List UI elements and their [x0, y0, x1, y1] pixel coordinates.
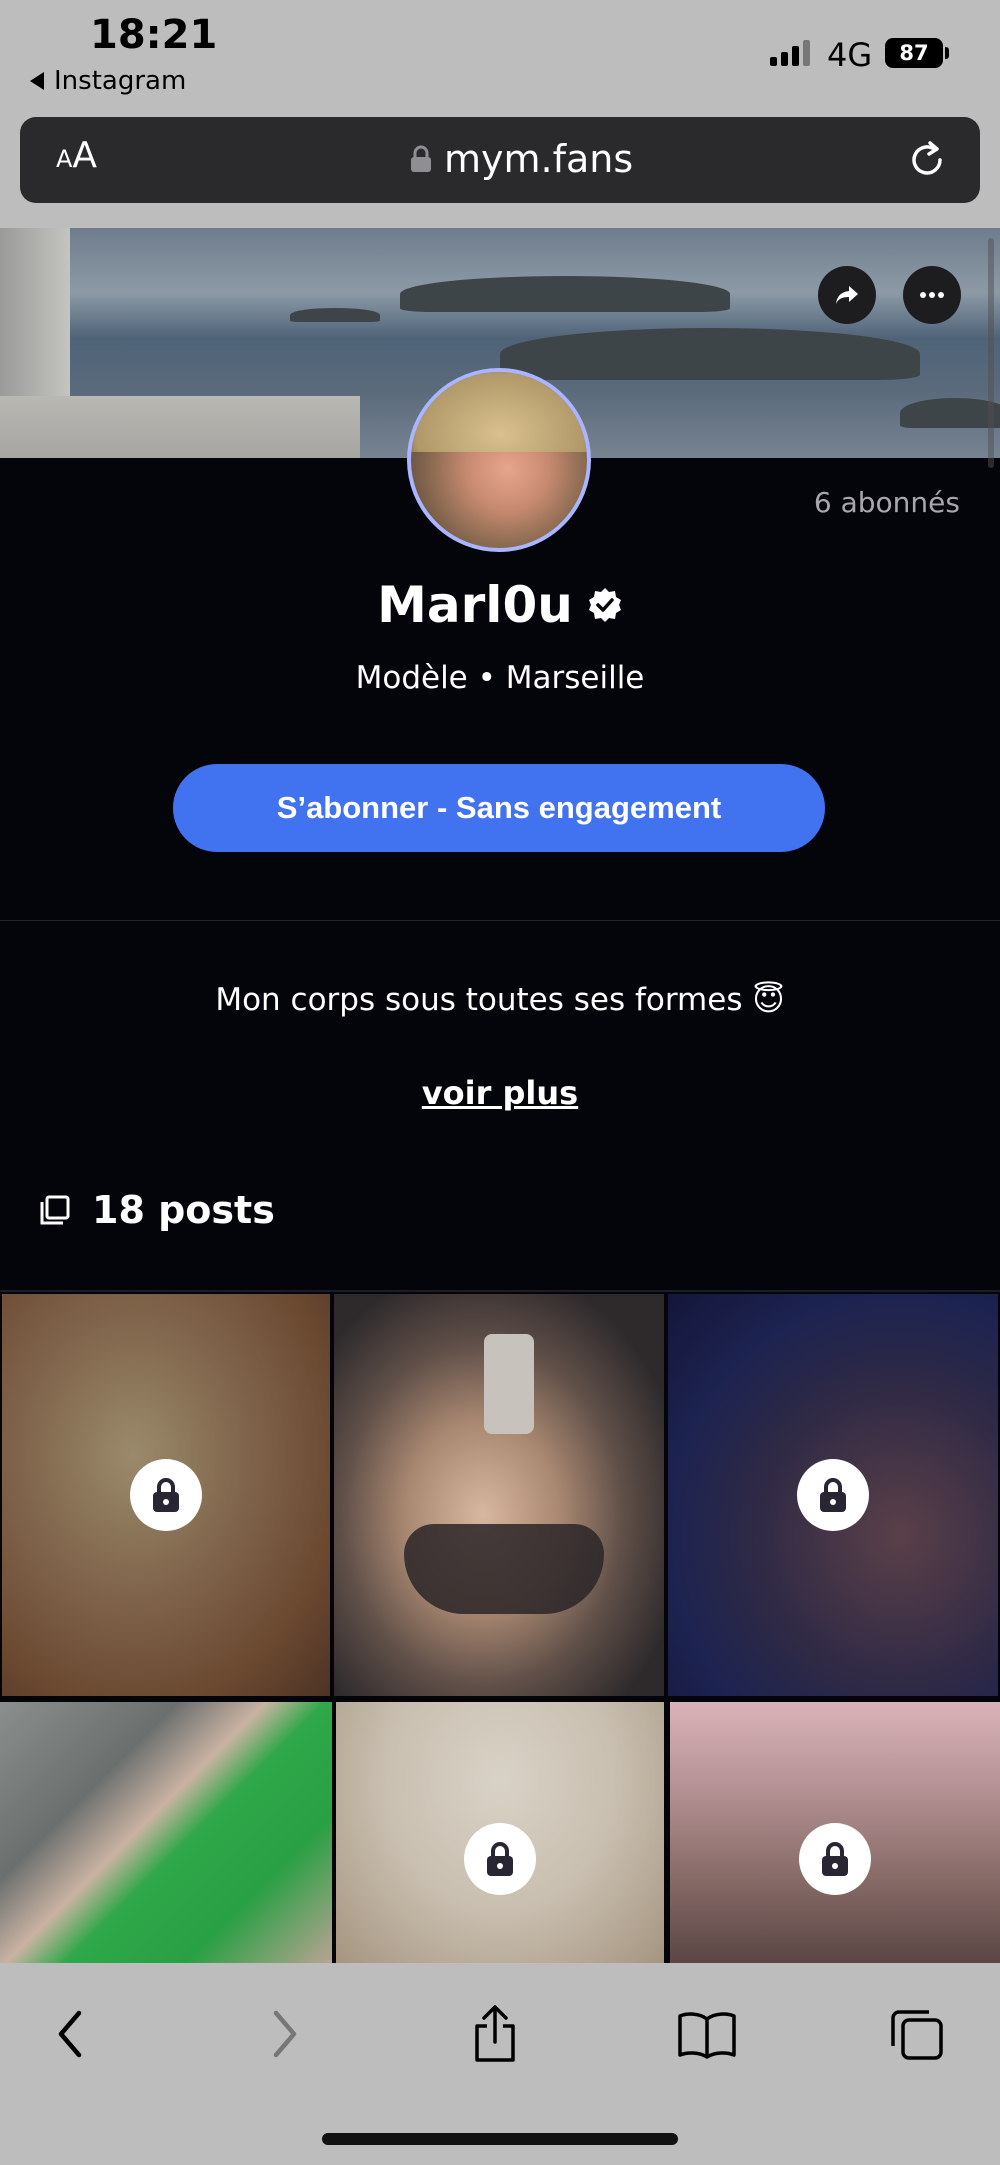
profile-bio: Mon corps sous toutes ses formes 😇: [215, 982, 785, 1018]
share-sheet-icon: [475, 2005, 515, 2062]
more-icon: [920, 292, 944, 298]
post-tile[interactable]: [336, 1702, 664, 1963]
back-triangle-icon: [30, 72, 44, 90]
post-tile[interactable]: [668, 1294, 998, 1696]
lock-icon: [822, 1841, 848, 1876]
more-options-button[interactable]: [903, 266, 961, 324]
text-size-button[interactable]: AA: [56, 135, 97, 176]
battery-tip: [945, 47, 949, 59]
post-tile[interactable]: [2, 1294, 330, 1696]
tabs-icon: [891, 2010, 943, 2060]
scrollbar[interactable]: [988, 238, 994, 468]
home-indicator[interactable]: [322, 2133, 678, 2145]
url-display[interactable]: mym.fans: [410, 137, 633, 181]
status-bar: 18:21 Instagram 4G 87: [0, 0, 1000, 112]
forward-button[interactable]: [250, 1999, 320, 2069]
lock-badge: [130, 1459, 202, 1531]
bookmarks-button[interactable]: [672, 1999, 742, 2069]
url-text: mym.fans: [444, 137, 634, 181]
post-tile[interactable]: [0, 1702, 332, 1963]
lock-icon: [487, 1841, 513, 1876]
posts-count: 18 posts: [92, 1188, 275, 1232]
post-tile[interactable]: [334, 1294, 664, 1696]
lock-badge: [464, 1822, 536, 1895]
grid-separator: [0, 1290, 1000, 1292]
lock-icon: [411, 145, 431, 172]
share-icon: [836, 286, 858, 304]
share-sheet-button[interactable]: [460, 1999, 530, 2069]
lock-icon: [153, 1478, 179, 1512]
posts-icon: [40, 1195, 70, 1225]
see-more-link[interactable]: voir plus: [0, 1074, 1000, 1112]
back-icon: [58, 2010, 82, 2058]
verified-icon: [588, 588, 621, 622]
posts-header: 18 posts: [40, 1188, 275, 1232]
status-time: 18:21: [90, 12, 218, 58]
lock-icon: [820, 1478, 846, 1512]
lock-badge: [799, 1822, 871, 1895]
lock-badge: [797, 1459, 869, 1531]
back-app-label: Instagram: [54, 66, 187, 96]
subscribe-button[interactable]: S’abonner - Sans engagement: [173, 764, 825, 852]
address-bar[interactable]: AA mym.fans: [20, 117, 980, 203]
signal-icon: [770, 40, 810, 66]
profile-subtitle: Modèle • Marseille: [355, 660, 645, 696]
post-tile[interactable]: [670, 1702, 1000, 1963]
back-to-app-link[interactable]: Instagram: [30, 66, 186, 96]
web-content: 6 abonnés Marl0u Modèle • Marseille S’ab…: [0, 228, 1000, 1963]
profile-name-row: Marl0u: [0, 576, 1000, 634]
tabs-button[interactable]: [882, 1999, 952, 2069]
profile-name: Marl0u: [377, 576, 573, 634]
share-button[interactable]: [818, 266, 876, 324]
back-button[interactable]: [35, 1999, 105, 2069]
bookmarks-icon: [678, 2012, 736, 2059]
network-type: 4G: [827, 36, 873, 74]
browser-toolbar: [0, 1963, 1000, 2165]
avatar[interactable]: [407, 368, 591, 552]
battery-icon: 87: [885, 38, 943, 68]
reload-icon[interactable]: [904, 137, 950, 183]
divider: [0, 920, 1000, 921]
forward-icon: [273, 2010, 297, 2058]
followers-count: 6 abonnés: [813, 486, 960, 519]
